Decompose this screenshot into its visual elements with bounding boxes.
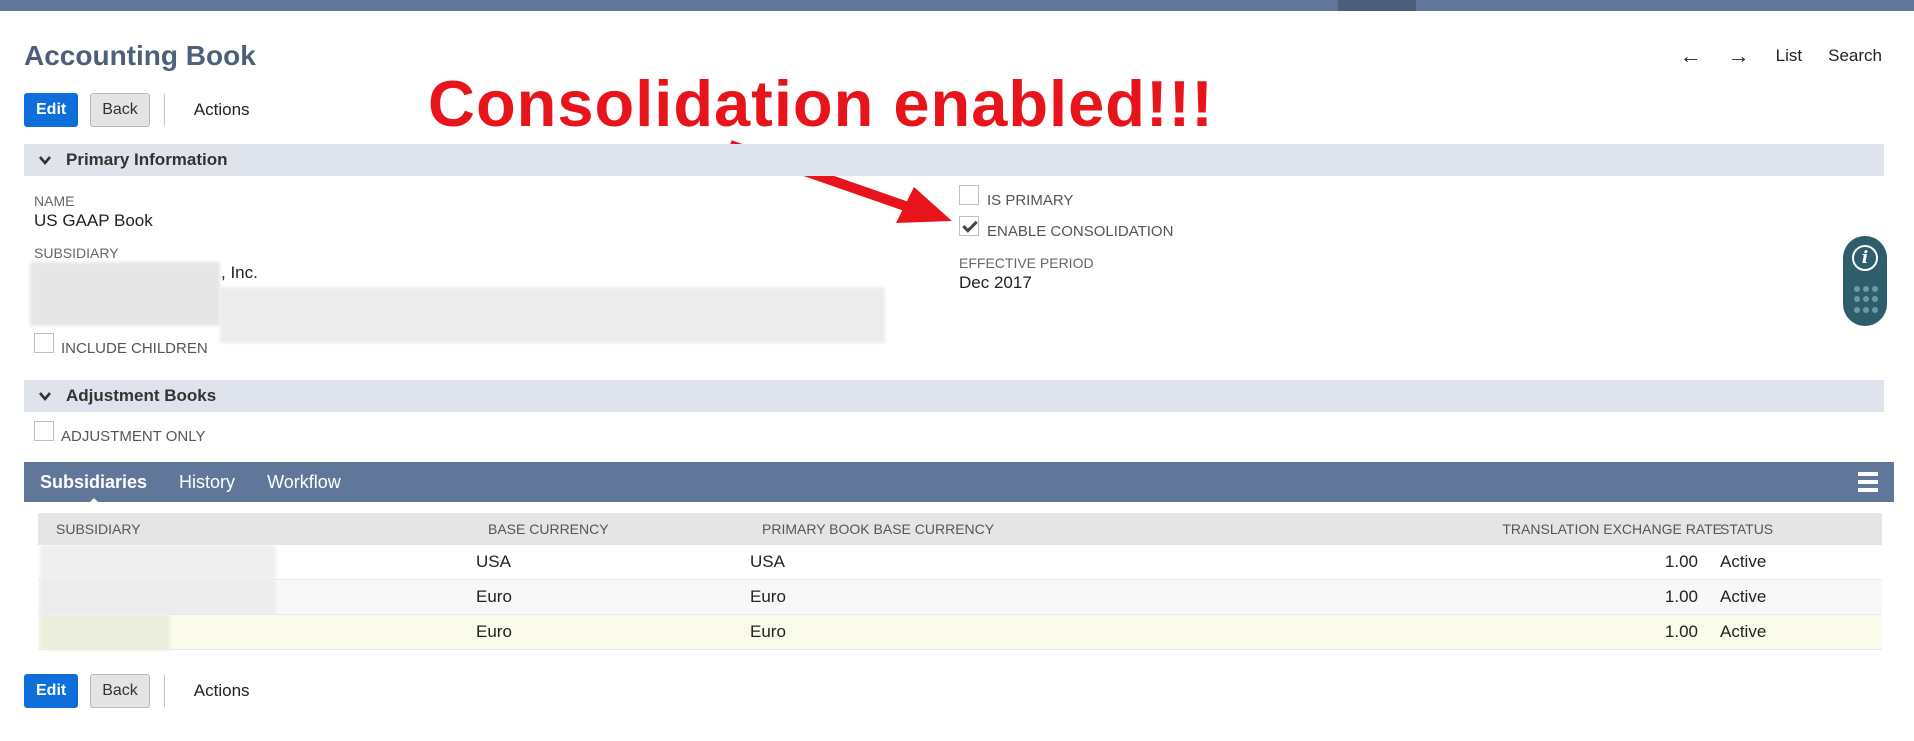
tab-workflow[interactable]: Workflow: [267, 472, 341, 493]
search-link[interactable]: Search: [1828, 46, 1882, 66]
bottom-button-bar: Edit Back Actions: [24, 674, 250, 708]
back-button[interactable]: Back: [90, 674, 150, 708]
redacted-subsidiary-cell: [40, 545, 276, 580]
exchange-rate-cell: 1.00: [1664, 552, 1698, 571]
adjustment-only-label: ADJUSTMENT ONLY: [61, 428, 206, 445]
record-navigation: ← → List Search: [1680, 45, 1882, 67]
button-divider: [163, 94, 165, 126]
redacted-subsidiary-cell: [40, 580, 276, 615]
actions-menu[interactable]: Actions: [194, 681, 250, 701]
base-currency-cell: Euro: [476, 622, 512, 641]
redacted-subsidiary-name: [30, 262, 220, 326]
column-header-subsidiary[interactable]: SUBSIDIARY: [56, 521, 141, 537]
subtabs-bar: Subsidiaries History Workflow: [24, 462, 1894, 505]
exchange-rate-cell: 1.00: [1664, 622, 1698, 641]
chevron-down-icon[interactable]: [38, 389, 52, 403]
hamburger-menu-icon[interactable]: [1858, 472, 1878, 492]
primary-currency-cell: Euro: [750, 622, 786, 641]
back-button[interactable]: Back: [90, 93, 150, 127]
status-cell: Active: [1720, 587, 1767, 606]
previous-record-arrow-icon[interactable]: ←: [1680, 45, 1702, 67]
column-header-translation-exchange-rate[interactable]: TRANSLATION EXCHANGE RATE: [1482, 521, 1722, 537]
base-currency-cell: USA: [476, 552, 511, 571]
primary-currency-cell: USA: [750, 552, 785, 571]
actions-menu[interactable]: Actions: [194, 100, 250, 120]
section-title: Primary Information: [66, 150, 228, 169]
enable-consolidation-checkbox[interactable]: [959, 216, 979, 236]
column-header-base-currency[interactable]: BASE CURRENCY: [488, 521, 609, 537]
apps-grid-icon[interactable]: [1854, 286, 1878, 314]
redacted-subsidiary-cell: [40, 615, 170, 650]
name-label: NAME: [34, 193, 75, 209]
top-nav-active-tab[interactable]: [1338, 0, 1416, 11]
table-row[interactable]: Euro Euro 1.00 Active: [38, 580, 1882, 615]
effective-period-value: Dec 2017: [959, 273, 1032, 292]
edit-button[interactable]: Edit: [24, 674, 79, 708]
page-title: Accounting Book: [24, 40, 256, 71]
redacted-subsidiary-detail: [220, 287, 885, 343]
primary-information-section-header[interactable]: Primary Information: [24, 144, 1884, 176]
table-header: SUBSIDIARY BASE CURRENCY PRIMARY BOOK BA…: [38, 513, 1882, 545]
adjustment-only-checkbox[interactable]: [34, 421, 54, 441]
is-primary-checkbox[interactable]: [959, 185, 979, 205]
adjustment-books-section-header[interactable]: Adjustment Books: [24, 380, 1884, 412]
column-header-status[interactable]: STATUS: [1720, 521, 1773, 537]
top-navigation-bar: [0, 0, 1914, 11]
name-value: US GAAP Book: [34, 211, 153, 230]
table-row[interactable]: Euro Euro 1.00 Active: [38, 615, 1882, 650]
help-widget[interactable]: i: [1843, 236, 1887, 326]
next-record-arrow-icon[interactable]: →: [1728, 45, 1750, 67]
base-currency-cell: Euro: [476, 587, 512, 606]
info-icon[interactable]: i: [1852, 245, 1878, 271]
effective-period-label: EFFECTIVE PERIOD: [959, 255, 1094, 271]
top-button-bar: Edit Back Actions: [24, 93, 250, 127]
exchange-rate-cell: 1.00: [1664, 587, 1698, 606]
chevron-down-icon[interactable]: [38, 153, 52, 167]
subsidiary-value[interactable]: , Inc.: [221, 263, 258, 283]
button-divider: [163, 675, 165, 707]
status-cell: Active: [1720, 622, 1767, 641]
section-title: Adjustment Books: [66, 386, 217, 405]
list-link[interactable]: List: [1776, 46, 1802, 66]
tab-subsidiaries[interactable]: Subsidiaries: [40, 472, 147, 505]
table-row[interactable]: USA USA 1.00 Active: [38, 545, 1882, 580]
is-primary-label: IS PRIMARY: [987, 192, 1074, 209]
column-header-primary-book-base-currency[interactable]: PRIMARY BOOK BASE CURRENCY: [762, 521, 994, 537]
include-children-checkbox[interactable]: [34, 333, 54, 353]
enable-consolidation-label: ENABLE CONSOLIDATION: [987, 223, 1174, 240]
subsidiaries-table: SUBSIDIARY BASE CURRENCY PRIMARY BOOK BA…: [38, 513, 1882, 650]
include-children-label: INCLUDE CHILDREN: [61, 340, 208, 357]
primary-currency-cell: Euro: [750, 587, 786, 606]
tab-history[interactable]: History: [179, 472, 235, 493]
edit-button[interactable]: Edit: [24, 93, 79, 127]
annotation-text: Consolidation enabled!!!: [428, 67, 1214, 140]
status-cell: Active: [1720, 552, 1767, 571]
subsidiary-label: SUBSIDIARY: [34, 245, 119, 261]
